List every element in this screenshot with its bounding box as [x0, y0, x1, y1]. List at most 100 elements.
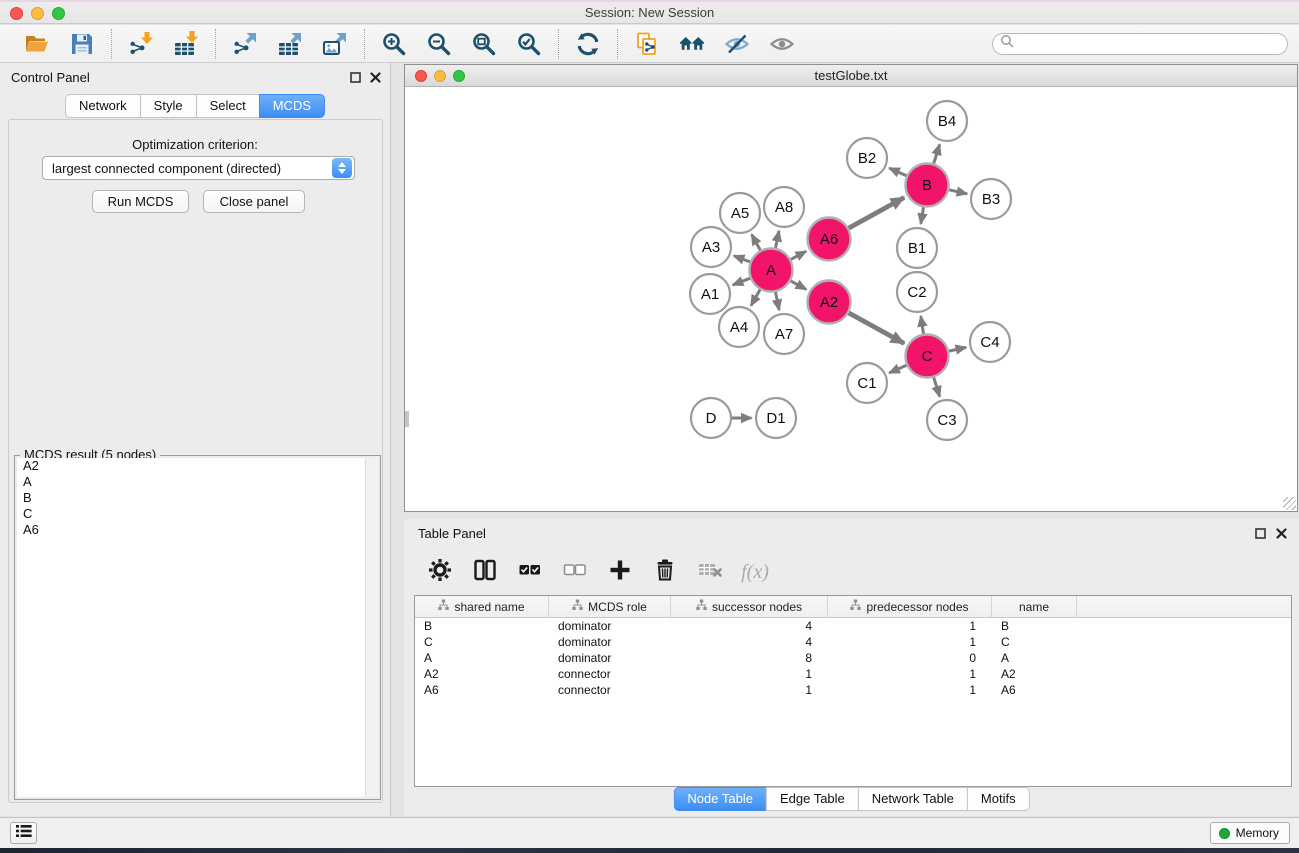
edge-B-B3[interactable]	[949, 190, 967, 194]
node-A3[interactable]: A3	[691, 227, 731, 267]
table-tab-edge-table[interactable]: Edge Table	[766, 787, 859, 811]
run-mcds-button[interactable]: Run MCDS	[92, 190, 189, 213]
select-all-button[interactable]	[516, 558, 544, 586]
zoom-out-button[interactable]	[425, 30, 453, 58]
table-row[interactable]: Bdominator41B	[415, 618, 1291, 634]
show-all-button[interactable]	[768, 30, 796, 58]
edge-A6-B[interactable]	[849, 198, 905, 229]
table-tab-network-table[interactable]: Network Table	[858, 787, 968, 811]
node-A4[interactable]: A4	[719, 307, 759, 347]
mcds-result-item[interactable]: A6	[17, 522, 378, 538]
hide-selected-button[interactable]	[723, 30, 751, 58]
node-A7[interactable]: A7	[764, 314, 804, 354]
zoom-selected-button[interactable]	[515, 30, 543, 58]
node-B[interactable]: B	[906, 164, 949, 207]
node-A[interactable]: A	[750, 249, 793, 292]
export-image-button[interactable]	[321, 30, 349, 58]
table-row[interactable]: Adominator80A	[415, 650, 1291, 666]
criterion-select[interactable]: largest connected component (directed)	[42, 156, 355, 180]
settings-button[interactable]	[426, 558, 454, 586]
network-zoom-button[interactable]	[453, 70, 465, 82]
network-minimize-button[interactable]	[434, 70, 446, 82]
node-A2[interactable]: A2	[808, 281, 851, 324]
network-graph[interactable]: B4B2BB3A8A5A6A3B1AC2A1A2A4A7C4CC1C3DD1	[405, 88, 1297, 512]
mcds-result-item[interactable]: C	[17, 506, 378, 522]
tab-network[interactable]: Network	[65, 94, 141, 118]
refresh-layout-button[interactable]	[574, 30, 602, 58]
tab-style[interactable]: Style	[140, 94, 197, 118]
close-table-panel-icon[interactable]	[1275, 527, 1288, 540]
node-A1[interactable]: A1	[690, 274, 730, 314]
node-C4[interactable]: C4	[970, 322, 1010, 362]
open-file-button[interactable]	[23, 30, 51, 58]
node-B3[interactable]: B3	[971, 179, 1011, 219]
network-canvas[interactable]: B4B2BB3A8A5A6A3B1AC2A1A2A4A7C4CC1C3DD1	[405, 88, 1297, 511]
node-A5[interactable]: A5	[720, 193, 760, 233]
task-history-button[interactable]	[10, 822, 37, 844]
tab-mcds[interactable]: MCDS	[259, 94, 325, 118]
mcds-result-item[interactable]: A	[17, 474, 378, 490]
edge-A-A4[interactable]	[751, 290, 760, 306]
edge-A-A3[interactable]	[734, 256, 750, 262]
column-header-name[interactable]: name	[992, 596, 1077, 617]
node-C3[interactable]: C3	[927, 400, 967, 440]
import-table-button[interactable]	[172, 30, 200, 58]
node-C2[interactable]: C2	[897, 272, 937, 312]
mcds-result-item[interactable]: B	[17, 490, 378, 506]
column-header-successor-nodes[interactable]: successor nodes	[671, 596, 828, 617]
mcds-result-item[interactable]: A2	[17, 458, 378, 474]
edge-C-C2[interactable]	[921, 316, 924, 334]
add-row-button[interactable]	[606, 558, 634, 586]
mcds-result-scrollbar[interactable]	[365, 458, 378, 797]
close-panel-button[interactable]: Close panel	[203, 190, 305, 213]
edge-A-A7[interactable]	[776, 292, 780, 310]
edge-C-C4[interactable]	[949, 347, 966, 351]
node-D1[interactable]: D1	[756, 398, 796, 438]
tab-select[interactable]: Select	[196, 94, 260, 118]
edge-C-C1[interactable]	[889, 365, 906, 373]
table-tab-node-table[interactable]: Node Table	[673, 787, 767, 811]
export-table-button[interactable]	[276, 30, 304, 58]
delete-row-button[interactable]	[651, 558, 679, 586]
node-A6[interactable]: A6	[808, 218, 851, 261]
import-network-button[interactable]	[127, 30, 155, 58]
node-B2[interactable]: B2	[847, 138, 887, 178]
zoom-in-button[interactable]	[380, 30, 408, 58]
node-C1[interactable]: C1	[847, 363, 887, 403]
first-neighbors-button[interactable]	[678, 30, 706, 58]
deselect-all-button[interactable]	[561, 558, 589, 586]
table-row[interactable]: A2connector11A2	[415, 666, 1291, 682]
network-close-button[interactable]	[415, 70, 427, 82]
column-header-MCDS-role[interactable]: MCDS role	[549, 596, 671, 617]
table-row[interactable]: Cdominator41C	[415, 634, 1291, 650]
edge-A-A8[interactable]	[776, 231, 780, 248]
new-network-from-selection-button[interactable]	[633, 30, 661, 58]
close-window-button[interactable]	[10, 7, 23, 20]
table-row[interactable]: A6connector11A6	[415, 682, 1291, 698]
resize-grip-icon[interactable]	[1283, 497, 1296, 510]
zoom-window-button[interactable]	[52, 7, 65, 20]
edge-A-A1[interactable]	[733, 278, 750, 285]
search-input[interactable]	[1018, 37, 1280, 51]
edge-A-A6[interactable]	[791, 251, 806, 259]
search-box[interactable]	[992, 33, 1288, 55]
network-scroll-nub[interactable]	[405, 411, 409, 427]
edge-B-B2[interactable]	[889, 168, 906, 176]
export-network-button[interactable]	[231, 30, 259, 58]
edge-B-B4[interactable]	[934, 144, 940, 163]
table-tab-motifs[interactable]: Motifs	[967, 787, 1030, 811]
node-B1[interactable]: B1	[897, 228, 937, 268]
node-A8[interactable]: A8	[764, 187, 804, 227]
memory-button[interactable]: Memory	[1210, 822, 1290, 844]
save-session-button[interactable]	[68, 30, 96, 58]
column-header-predecessor-nodes[interactable]: predecessor nodes	[828, 596, 992, 617]
node-C[interactable]: C	[906, 335, 949, 378]
zoom-fit-button[interactable]	[470, 30, 498, 58]
edge-A-A2[interactable]	[791, 281, 807, 290]
node-B4[interactable]: B4	[927, 101, 967, 141]
edge-C-C3[interactable]	[934, 378, 940, 397]
close-panel-icon[interactable]	[369, 71, 382, 84]
panel-columns-button[interactable]	[471, 558, 499, 586]
edge-B-B1[interactable]	[921, 207, 924, 224]
edge-A-A5[interactable]	[752, 235, 761, 251]
